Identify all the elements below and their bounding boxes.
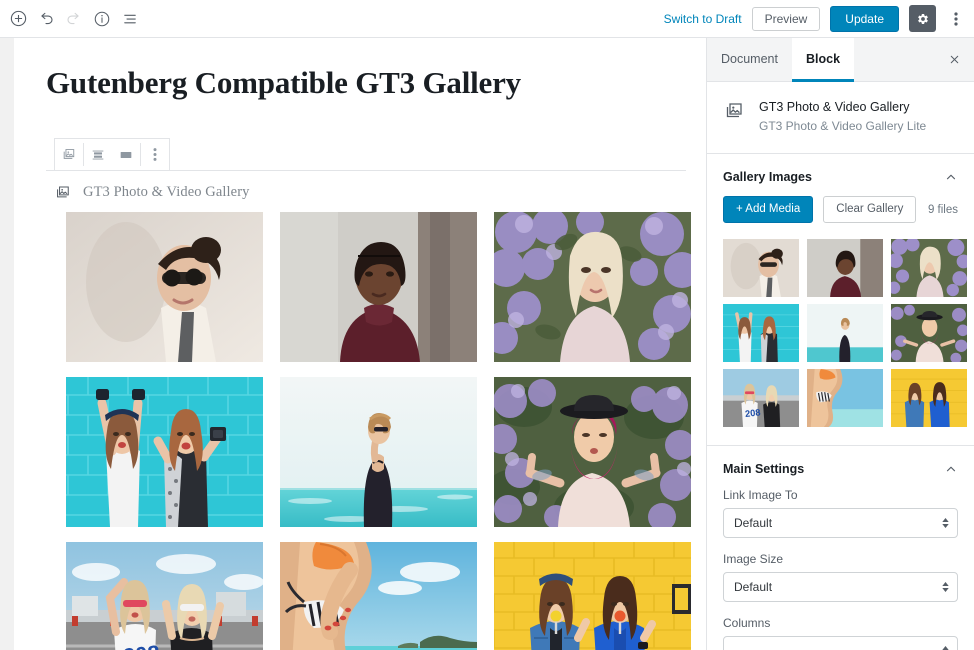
gallery-icon — [723, 99, 747, 128]
gallery-image-6[interactable] — [494, 377, 691, 527]
align-full-width-icon[interactable] — [112, 139, 140, 170]
gallery-thumbnail-grid: 208 — [707, 239, 974, 445]
block-type-group — [55, 139, 83, 170]
main-settings-panel-header[interactable]: Main Settings — [707, 446, 974, 488]
redo-button[interactable] — [60, 4, 88, 34]
undo-button[interactable] — [32, 4, 60, 34]
gallery-thumbnail-1[interactable] — [723, 239, 799, 298]
gallery-image-9[interactable] — [494, 542, 691, 650]
alignment-group — [84, 139, 140, 170]
gallery-image-1[interactable] — [66, 212, 263, 362]
settings-sidebar: Document Block GT3 Photo & Video Gallery… — [706, 38, 974, 650]
gallery-images-panel-header[interactable]: Gallery Images — [707, 154, 974, 196]
columns-select[interactable] — [723, 636, 958, 650]
gallery-thumbnail-6[interactable] — [891, 304, 967, 363]
gallery-images-panel-title: Gallery Images — [723, 169, 812, 184]
gallery-thumbnail-7[interactable]: 208 — [723, 369, 799, 428]
link-image-to-label: Link Image To — [723, 488, 798, 503]
link-image-to-select[interactable]: Default — [723, 508, 958, 539]
more-options-button[interactable] — [946, 5, 966, 32]
sidebar-tabs: Document Block — [707, 38, 974, 82]
top-bar-right-actions: Switch to Draft Preview Update — [664, 5, 974, 32]
gallery-image-5[interactable] — [280, 377, 477, 527]
tab-block[interactable]: Block — [791, 38, 855, 82]
gallery-image-3[interactable] — [494, 212, 691, 362]
block-label: GT3 Photo & Video Gallery — [46, 179, 686, 212]
link-image-to-field: Link Image To Default — [707, 488, 974, 552]
list-view-button[interactable] — [116, 4, 144, 34]
gutenberg-editor-app: Switch to Draft Preview Update Gutenberg… — [0, 0, 974, 650]
page-title[interactable]: Gutenberg Compatible GT3 Gallery — [14, 38, 706, 109]
image-size-select-wrap: Default — [723, 572, 958, 603]
content-info-button[interactable] — [88, 4, 116, 34]
settings-gear-button[interactable] — [909, 5, 936, 32]
columns-label: Columns — [723, 616, 771, 631]
close-sidebar-button[interactable] — [934, 38, 974, 81]
gallery-thumbnail-2[interactable] — [807, 239, 883, 298]
chevron-up-icon[interactable] — [944, 170, 958, 184]
gallery-image-4[interactable] — [66, 377, 263, 527]
close-icon — [948, 53, 961, 66]
block-info-card: GT3 Photo & Video Gallery GT3 Photo & Vi… — [707, 82, 974, 154]
image-size-label: Image Size — [723, 552, 784, 567]
main-settings-panel: Main Settings Link Image To Default Imag… — [707, 446, 974, 650]
chevron-up-icon[interactable] — [944, 462, 958, 476]
gallery-image-8[interactable] — [280, 542, 477, 650]
gallery-block[interactable]: GT3 Photo & Video Gallery — [46, 170, 691, 650]
block-toolbar — [54, 138, 170, 171]
block-more-options-icon[interactable] — [141, 139, 169, 170]
align-center-icon[interactable] — [84, 139, 112, 170]
top-bar-left-tools — [0, 4, 144, 34]
clear-gallery-button[interactable]: Clear Gallery — [823, 195, 917, 224]
add-block-button[interactable] — [4, 4, 32, 34]
gallery-thumbnail-5[interactable] — [807, 304, 883, 363]
block-label-text: GT3 Photo & Video Gallery — [83, 184, 250, 200]
image-size-select[interactable]: Default — [723, 572, 958, 603]
editor-canvas: Gutenberg Compatible GT3 Gallery GT3 Pho… — [0, 38, 706, 650]
block-info-title: GT3 Photo & Video Gallery — [759, 100, 910, 114]
block-info-subtitle: GT3 Photo & Video Gallery Lite — [759, 118, 927, 133]
tab-document[interactable]: Document — [707, 38, 792, 82]
gallery-thumbnail-3[interactable] — [891, 239, 967, 298]
svg-text:208: 208 — [745, 408, 761, 420]
add-media-button[interactable]: + Add Media — [723, 195, 814, 224]
gear-icon — [916, 12, 930, 26]
block-more-group — [141, 139, 169, 170]
gallery-actions: + Add Media Clear Gallery 9 files — [707, 195, 974, 240]
gallery-thumbnail-9[interactable] — [891, 369, 967, 428]
switch-to-draft-link[interactable]: Switch to Draft — [664, 12, 742, 26]
link-image-to-select-wrap: Default — [723, 508, 958, 539]
gallery-image-7[interactable]: 208 — [66, 542, 263, 650]
files-count-label: 9 files — [927, 203, 958, 216]
gallery-grid: 208 — [46, 212, 691, 650]
main-settings-panel-title: Main Settings — [723, 462, 805, 477]
update-button[interactable]: Update — [830, 5, 899, 32]
gallery-icon — [54, 183, 73, 202]
columns-select-wrap — [723, 636, 958, 650]
image-size-field: Image Size Default — [707, 552, 974, 616]
gallery-images-panel: Gallery Images + Add Media Clear Gallery… — [707, 154, 974, 447]
preview-button[interactable]: Preview — [751, 6, 821, 31]
block-info-text: GT3 Photo & Video Gallery GT3 Photo & Vi… — [759, 98, 926, 135]
gallery-thumbnail-8[interactable] — [807, 369, 883, 428]
editor-sheet: Gutenberg Compatible GT3 Gallery GT3 Pho… — [14, 38, 706, 650]
gallery-thumbnail-4[interactable] — [723, 304, 799, 363]
block-type-gallery-icon[interactable] — [55, 139, 83, 170]
gallery-image-2[interactable] — [280, 212, 477, 362]
editor-top-bar: Switch to Draft Preview Update — [0, 0, 974, 38]
columns-field: Columns — [707, 616, 974, 650]
